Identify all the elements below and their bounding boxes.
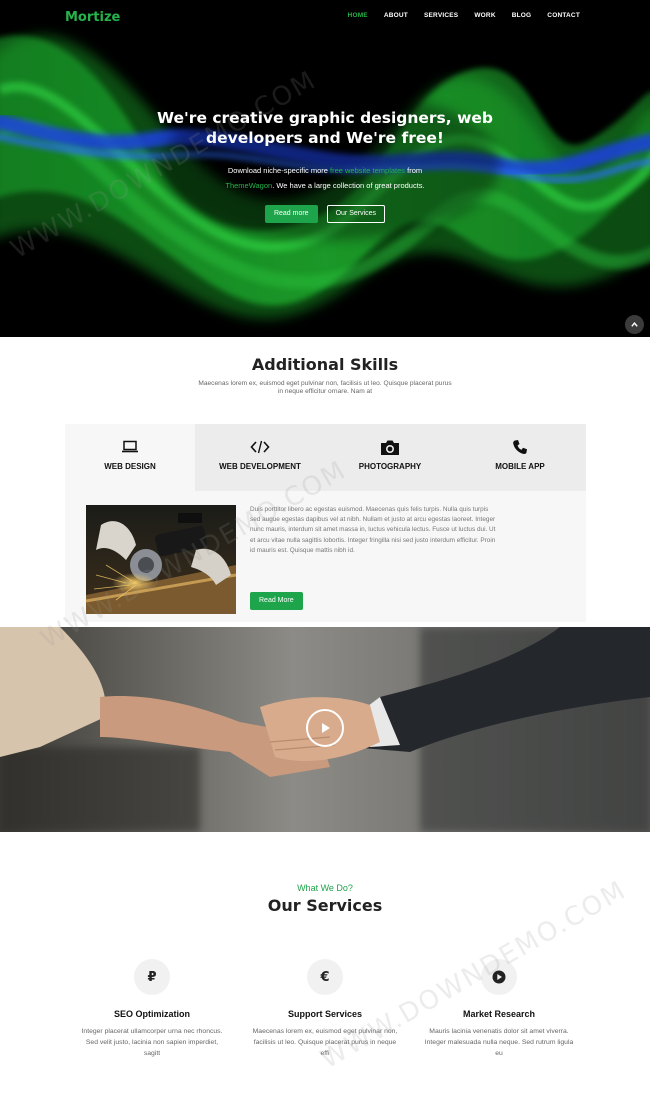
- services-kicker: What We Do?: [297, 883, 353, 893]
- ruble-icon: ₽: [134, 959, 170, 995]
- skill-read-more-wrap: Read More: [250, 587, 303, 610]
- play-circle-icon: [481, 959, 517, 995]
- skill-photo-grinder: [86, 505, 236, 614]
- euro-icon: €: [307, 959, 343, 995]
- phone-icon: [513, 440, 527, 455]
- scroll-to-top-button[interactable]: [625, 315, 644, 334]
- camera-icon: [381, 440, 399, 455]
- skills-tabs: WEB DESIGN WEB DEVELOPMENT PHOTOGRAPHY M…: [65, 424, 586, 491]
- service-text: Integer placerat ullamcorper urna nec rh…: [81, 1028, 223, 1057]
- themewagon-link[interactable]: ThemeWagon: [225, 181, 272, 190]
- service-text: Maecenas lorem ex, euismod eget pulvinar…: [252, 1028, 398, 1057]
- hero-heading-line1: We're creative graphic designers, web: [157, 109, 493, 127]
- service-name: Market Research: [462, 1009, 536, 1019]
- panel-read-more-button[interactable]: Read More: [250, 592, 303, 610]
- services-heading: Our Services: [267, 896, 383, 915]
- chevron-up-icon: [631, 322, 638, 327]
- hero-subtext-post: . We have a large collection of great pr…: [272, 181, 425, 190]
- service-name: Support Services: [287, 1009, 363, 1019]
- hero-subtext-pre: Download niche-specific more: [227, 166, 330, 175]
- hero-section: Mortize HOME ABOUT SERVICES WORK BLOG CO…: [0, 0, 650, 337]
- top-navigation: Mortize HOME ABOUT SERVICES WORK BLOG CO…: [0, 0, 650, 34]
- tab-label: PHOTOGRAPHY: [358, 462, 422, 471]
- hero-buttons: Read more Our Services: [0, 205, 650, 223]
- tab-web-design[interactable]: WEB DESIGN: [65, 424, 195, 491]
- hero-heading: We're creative graphic designers, web de…: [150, 108, 500, 148]
- nav-item-home[interactable]: HOME: [348, 12, 368, 19]
- hero-subtext: Download niche-specific more free websit…: [200, 163, 450, 193]
- play-video-button[interactable]: [306, 709, 344, 747]
- tab-mobile-app[interactable]: MOBILE APP: [455, 424, 585, 491]
- skills-description: Maecenas lorem ex, euismod eget pulvinar…: [198, 380, 452, 395]
- brand-logo[interactable]: Mortize: [65, 10, 120, 25]
- free-templates-link[interactable]: free website templates: [330, 166, 405, 175]
- laptop-icon: [122, 440, 138, 453]
- service-text: Mauris lacinia venenatis dolor sit amet …: [424, 1028, 574, 1057]
- code-icon: [250, 440, 270, 454]
- hero-heading-line2: developers and We're free!: [206, 129, 444, 147]
- tab-label: WEB DEVELOPMENT: [219, 462, 301, 471]
- skill-panel-text: Duis porttitor libero ac egestas euismod…: [250, 506, 496, 554]
- nav-item-services[interactable]: SERVICES: [424, 12, 458, 19]
- service-name: SEO Optimization: [113, 1009, 190, 1019]
- nav-menu: HOME ABOUT SERVICES WORK BLOG CONTACT: [332, 12, 580, 19]
- nav-item-blog[interactable]: BLOG: [512, 12, 532, 19]
- play-icon: [322, 723, 330, 733]
- nav-item-contact[interactable]: CONTACT: [547, 12, 580, 19]
- nav-item-work[interactable]: WORK: [474, 12, 495, 19]
- tab-photography[interactable]: PHOTOGRAPHY: [325, 424, 455, 491]
- our-services-button[interactable]: Our Services: [326, 205, 386, 223]
- nav-item-about[interactable]: ABOUT: [384, 12, 408, 19]
- service-seo: ₽ SEO Optimization Integer placerat ulla…: [77, 959, 227, 1059]
- service-support: € Support Services Maecenas lorem ex, eu…: [250, 959, 400, 1059]
- skills-heading: Additional Skills: [251, 355, 399, 374]
- tab-label: WEB DESIGN: [104, 462, 156, 471]
- hero-subtext-mid: from: [405, 166, 423, 175]
- tab-web-development[interactable]: WEB DEVELOPMENT: [195, 424, 325, 491]
- service-market-research: Market Research Mauris lacinia venenatis…: [424, 959, 574, 1059]
- read-more-button[interactable]: Read more: [264, 205, 318, 223]
- tab-label: MOBILE APP: [495, 462, 545, 471]
